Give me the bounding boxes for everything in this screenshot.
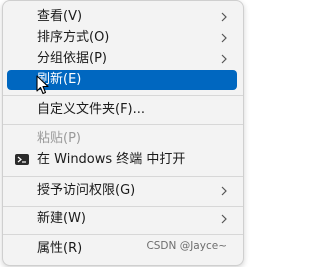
menu-item-customize-folder[interactable]: 自定义文件夹(F)...: [7, 100, 237, 120]
chevron-right-icon: [221, 54, 227, 64]
menu-item-new-label: 新建(W): [37, 211, 86, 226]
menu-item-customize-folder-label: 自定义文件夹(F)...: [37, 102, 146, 117]
menu-separator: [3, 124, 243, 125]
menu-item-group-by-label: 分组依据(P): [37, 51, 107, 66]
chevron-right-icon: [221, 12, 227, 22]
terminal-icon: [15, 154, 29, 165]
menu-item-view[interactable]: 查看(V): [7, 7, 237, 27]
chevron-right-icon: [221, 214, 227, 224]
menu-item-new[interactable]: 新建(W): [7, 209, 237, 229]
menu-item-sort-by[interactable]: 排序方式(O): [7, 28, 237, 48]
menu-separator: [3, 95, 243, 96]
menu-item-paste: 粘贴(P): [7, 129, 237, 149]
menu-item-sort-by-label: 排序方式(O): [37, 30, 110, 45]
context-menu: 查看(V) 排序方式(O) 分组依据(P) 刷新(E) 自定义文件夹(F)...…: [2, 0, 244, 266]
mouse-pointer-icon: [36, 75, 49, 95]
menu-separator: [3, 206, 243, 207]
menu-separator: [3, 176, 243, 177]
menu-item-paste-label: 粘贴(P): [37, 131, 81, 146]
menu-item-properties-label: 属性(R): [37, 241, 83, 256]
menu-item-give-access[interactable]: 授予访问权限(G): [7, 181, 237, 201]
menu-item-open-in-terminal[interactable]: 在 Windows 终端 中打开: [7, 150, 237, 170]
chevron-right-icon: [221, 186, 227, 196]
menu-item-open-in-terminal-label: 在 Windows 终端 中打开: [37, 152, 186, 167]
watermark: CSDN @Jayce~: [146, 240, 227, 252]
menu-item-group-by[interactable]: 分组依据(P): [7, 49, 237, 69]
menu-item-view-label: 查看(V): [37, 9, 83, 24]
chevron-right-icon: [221, 33, 227, 43]
menu-separator: [3, 234, 243, 235]
menu-item-give-access-label: 授予访问权限(G): [37, 183, 136, 198]
